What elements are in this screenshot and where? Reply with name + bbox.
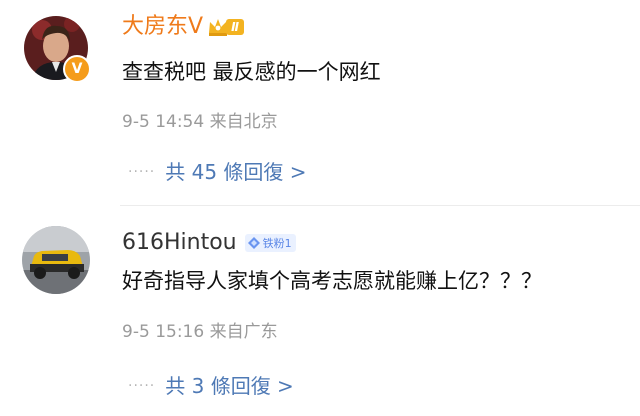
diamond-icon (247, 237, 260, 249)
avatar-image (22, 226, 90, 294)
avatar[interactable] (22, 226, 90, 294)
fans-badge[interactable]: 铁粉1 (244, 234, 296, 252)
comment-meta: 9-5 15:16 来自广东 (122, 320, 278, 344)
ellipsis: ····· (128, 378, 156, 394)
comment-item: 616Hintou 铁粉1 好奇指导人家填个高考志愿就能赚上亿？？？ 9-5 1… (0, 0, 640, 416)
comment-date: 9-5 (122, 322, 150, 342)
comment-time: 15:16 (155, 322, 205, 342)
username[interactable]: 616Hintou (122, 228, 237, 258)
username-row: 616Hintou 铁粉1 (122, 228, 296, 258)
view-replies-link[interactable]: ····· 共 3 條回復 > (128, 372, 294, 400)
fans-badge-label: 铁粉1 (262, 237, 292, 250)
comment-location: 来自广东 (209, 322, 278, 342)
replies-count-label[interactable]: 共 3 條回復 > (165, 372, 294, 400)
comment-text: 好奇指导人家填个高考志愿就能赚上亿？？？ (122, 269, 542, 293)
